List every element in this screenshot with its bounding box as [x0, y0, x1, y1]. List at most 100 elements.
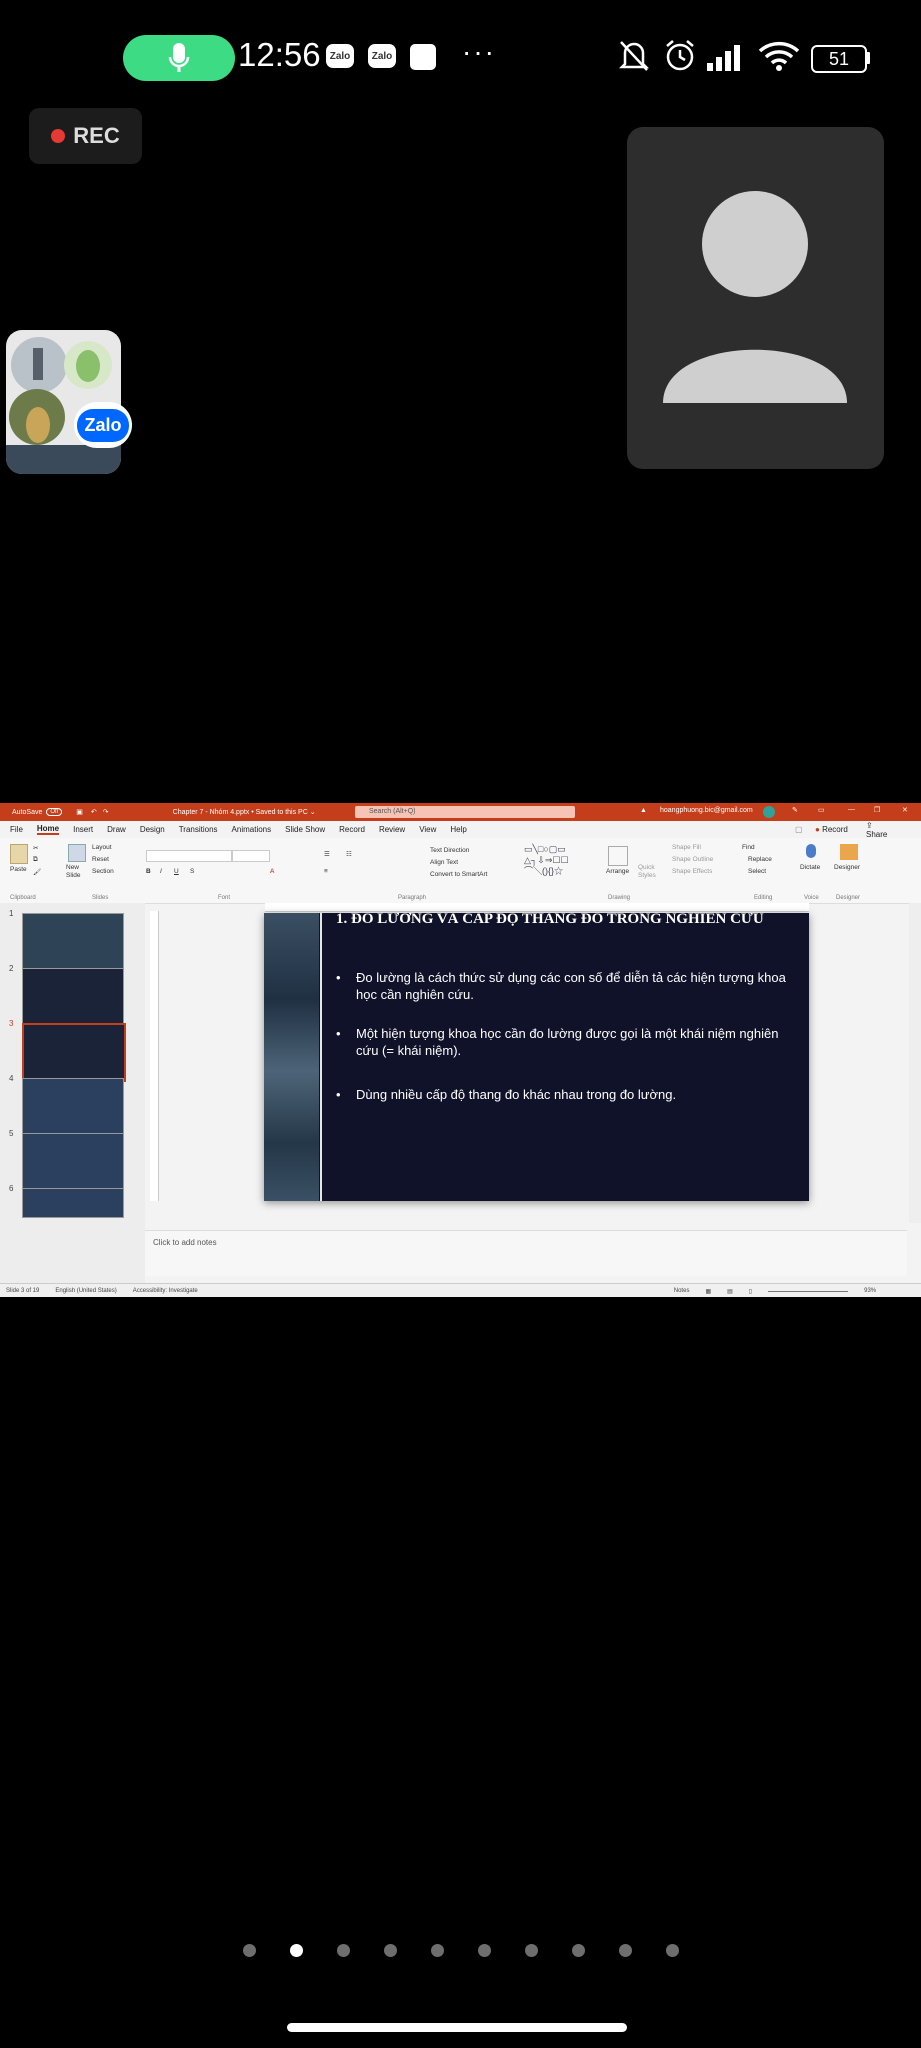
- tab-review[interactable]: Review: [379, 825, 405, 834]
- home-indicator[interactable]: [287, 2023, 627, 2032]
- view-reading-icon[interactable]: ▯: [749, 1288, 752, 1295]
- pager-dot[interactable]: [524, 1944, 538, 1957]
- reset-button[interactable]: Reset: [92, 856, 109, 863]
- font-name-input[interactable]: [146, 850, 232, 862]
- search-input[interactable]: Search (Alt+Q): [355, 806, 575, 818]
- pager-dot[interactable]: [618, 1944, 632, 1957]
- underline-button[interactable]: U: [174, 868, 179, 875]
- shape-outline-button[interactable]: Shape Outline: [672, 856, 713, 863]
- autosave-toggle[interactable]: Off: [46, 808, 63, 816]
- text-direction-button[interactable]: Text Direction: [430, 847, 469, 854]
- pager-dot[interactable]: [336, 1944, 350, 1957]
- quick-styles-button[interactable]: Quick Styles: [638, 864, 660, 880]
- save-icon[interactable]: ▣: [76, 808, 83, 816]
- format-painter-icon[interactable]: 🖌: [33, 868, 41, 876]
- slide-thumbnail[interactable]: [22, 1133, 124, 1190]
- tab-record[interactable]: Record: [339, 825, 365, 834]
- close-icon[interactable]: ✕: [902, 806, 908, 814]
- pager-dot[interactable]: [242, 1944, 256, 1957]
- font-size-input[interactable]: [232, 850, 270, 862]
- tab-help[interactable]: Help: [450, 825, 466, 834]
- tab-insert[interactable]: Insert: [73, 825, 93, 834]
- slide-thumbnail-selected[interactable]: [22, 1023, 126, 1082]
- copy-icon[interactable]: ⧉: [33, 856, 38, 864]
- pager-dot[interactable]: [571, 1944, 585, 1957]
- arrange-icon[interactable]: [608, 846, 628, 866]
- convert-smartart-button[interactable]: Convert to SmartArt: [430, 871, 487, 878]
- zoom-level[interactable]: 93%: [864, 1288, 876, 1294]
- slide-thumbnail[interactable]: [22, 1188, 124, 1218]
- italic-button[interactable]: I: [160, 868, 162, 875]
- view-normal-icon[interactable]: ▦: [705, 1288, 711, 1295]
- new-slide-button[interactable]: New Slide: [66, 864, 90, 880]
- recording-badge[interactable]: REC: [29, 108, 142, 164]
- tab-view[interactable]: View: [419, 825, 436, 834]
- notes-input[interactable]: Click to add notes: [145, 1230, 907, 1276]
- dictate-icon[interactable]: [806, 844, 816, 858]
- bullets-icon[interactable]: ☰: [324, 850, 330, 858]
- undo-icon[interactable]: ↶: [91, 808, 97, 816]
- font-color-button[interactable]: A: [270, 868, 274, 875]
- vertical-scrollbar[interactable]: [909, 903, 921, 1223]
- layout-button[interactable]: Layout: [92, 844, 112, 851]
- slide-thumbnail[interactable]: [22, 968, 124, 1025]
- tab-file[interactable]: File: [10, 825, 23, 834]
- minimize-icon[interactable]: —: [848, 806, 855, 813]
- pager-dot[interactable]: [430, 1944, 444, 1957]
- view-sorter-icon[interactable]: ▤: [727, 1288, 733, 1295]
- align-left-icon[interactable]: ≡: [324, 868, 328, 875]
- pager-dot[interactable]: [289, 1944, 303, 1957]
- tab-animations[interactable]: Animations: [232, 825, 272, 834]
- slide-title[interactable]: 1. ĐO LƯỜNG VÀ CẤP ĐỘ THANG ĐO TRONG NGH…: [336, 913, 764, 928]
- tab-home[interactable]: Home: [36, 824, 60, 835]
- account-avatar[interactable]: [763, 806, 775, 818]
- zoom-slider[interactable]: [768, 1290, 849, 1292]
- redo-icon[interactable]: ↷: [103, 808, 109, 816]
- section-button[interactable]: Section: [92, 868, 114, 875]
- share-button[interactable]: ⇪ Share: [866, 821, 907, 839]
- bold-button[interactable]: B: [146, 868, 151, 875]
- tab-slide-show[interactable]: Slide Show: [285, 825, 325, 834]
- current-slide[interactable]: 1. ĐO LƯỜNG VÀ CẤP ĐỘ THANG ĐO TRONG NGH…: [264, 913, 809, 1201]
- record-button[interactable]: ● Record: [815, 825, 862, 834]
- select-button[interactable]: Select: [748, 868, 766, 875]
- paste-button[interactable]: Paste: [10, 866, 27, 873]
- slide-thumbnail[interactable]: [22, 1078, 124, 1135]
- tab-transitions[interactable]: Transitions: [179, 825, 218, 834]
- find-button[interactable]: Find: [742, 844, 755, 851]
- pen-icon[interactable]: ✎: [792, 806, 798, 814]
- shapes-gallery[interactable]: ▭╲□○▢▭ △┐⇩⇒☐☐ ⌒╲(){}☆: [524, 844, 596, 876]
- slide-bullet[interactable]: Đo lường là cách thức sử dụng các con số…: [336, 969, 796, 1003]
- align-text-button[interactable]: Align Text: [430, 859, 458, 866]
- pager-dot[interactable]: [665, 1944, 679, 1957]
- pager-dot[interactable]: [383, 1944, 397, 1957]
- maximize-icon[interactable]: ❐: [874, 806, 880, 814]
- notes-toggle[interactable]: Notes: [674, 1288, 690, 1294]
- strikethrough-button[interactable]: S: [190, 868, 194, 875]
- language-indicator[interactable]: English (United States): [55, 1288, 116, 1294]
- account-email[interactable]: hoangphuong.bic@gmail.com: [660, 807, 753, 814]
- shape-effects-button[interactable]: Shape Effects: [672, 868, 712, 875]
- shape-fill-button[interactable]: Shape Fill: [672, 844, 701, 851]
- numbering-icon[interactable]: ☷: [346, 850, 352, 858]
- slide-thumbnail[interactable]: [22, 913, 124, 970]
- ribbon-display-icon[interactable]: ▭: [818, 806, 825, 814]
- dictate-button[interactable]: Dictate: [800, 864, 820, 871]
- comments-icon[interactable]: ▢: [795, 825, 803, 834]
- tab-design[interactable]: Design: [140, 825, 165, 834]
- cut-icon[interactable]: ✂: [33, 844, 38, 852]
- slide-bullet[interactable]: Dùng nhiều cấp độ thang đo khác nhau tro…: [336, 1086, 796, 1103]
- paste-icon[interactable]: [10, 844, 28, 864]
- replace-button[interactable]: Replace: [748, 856, 772, 863]
- slide-bullet[interactable]: Một hiện tượng khoa học cần đo lường đượ…: [336, 1025, 796, 1059]
- designer-button[interactable]: Designer: [834, 864, 860, 871]
- arrange-button[interactable]: Arrange: [606, 868, 629, 875]
- pager-dot[interactable]: [477, 1944, 491, 1957]
- microphone-indicator[interactable]: [123, 35, 235, 81]
- tab-draw[interactable]: Draw: [107, 825, 126, 834]
- new-slide-icon[interactable]: [68, 844, 86, 862]
- designer-icon[interactable]: [840, 844, 858, 860]
- zalo-app-badge: Zalo: [74, 402, 132, 448]
- accessibility-indicator[interactable]: Accessibility: Investigate: [133, 1288, 198, 1294]
- participant-video-tile[interactable]: [627, 127, 884, 469]
